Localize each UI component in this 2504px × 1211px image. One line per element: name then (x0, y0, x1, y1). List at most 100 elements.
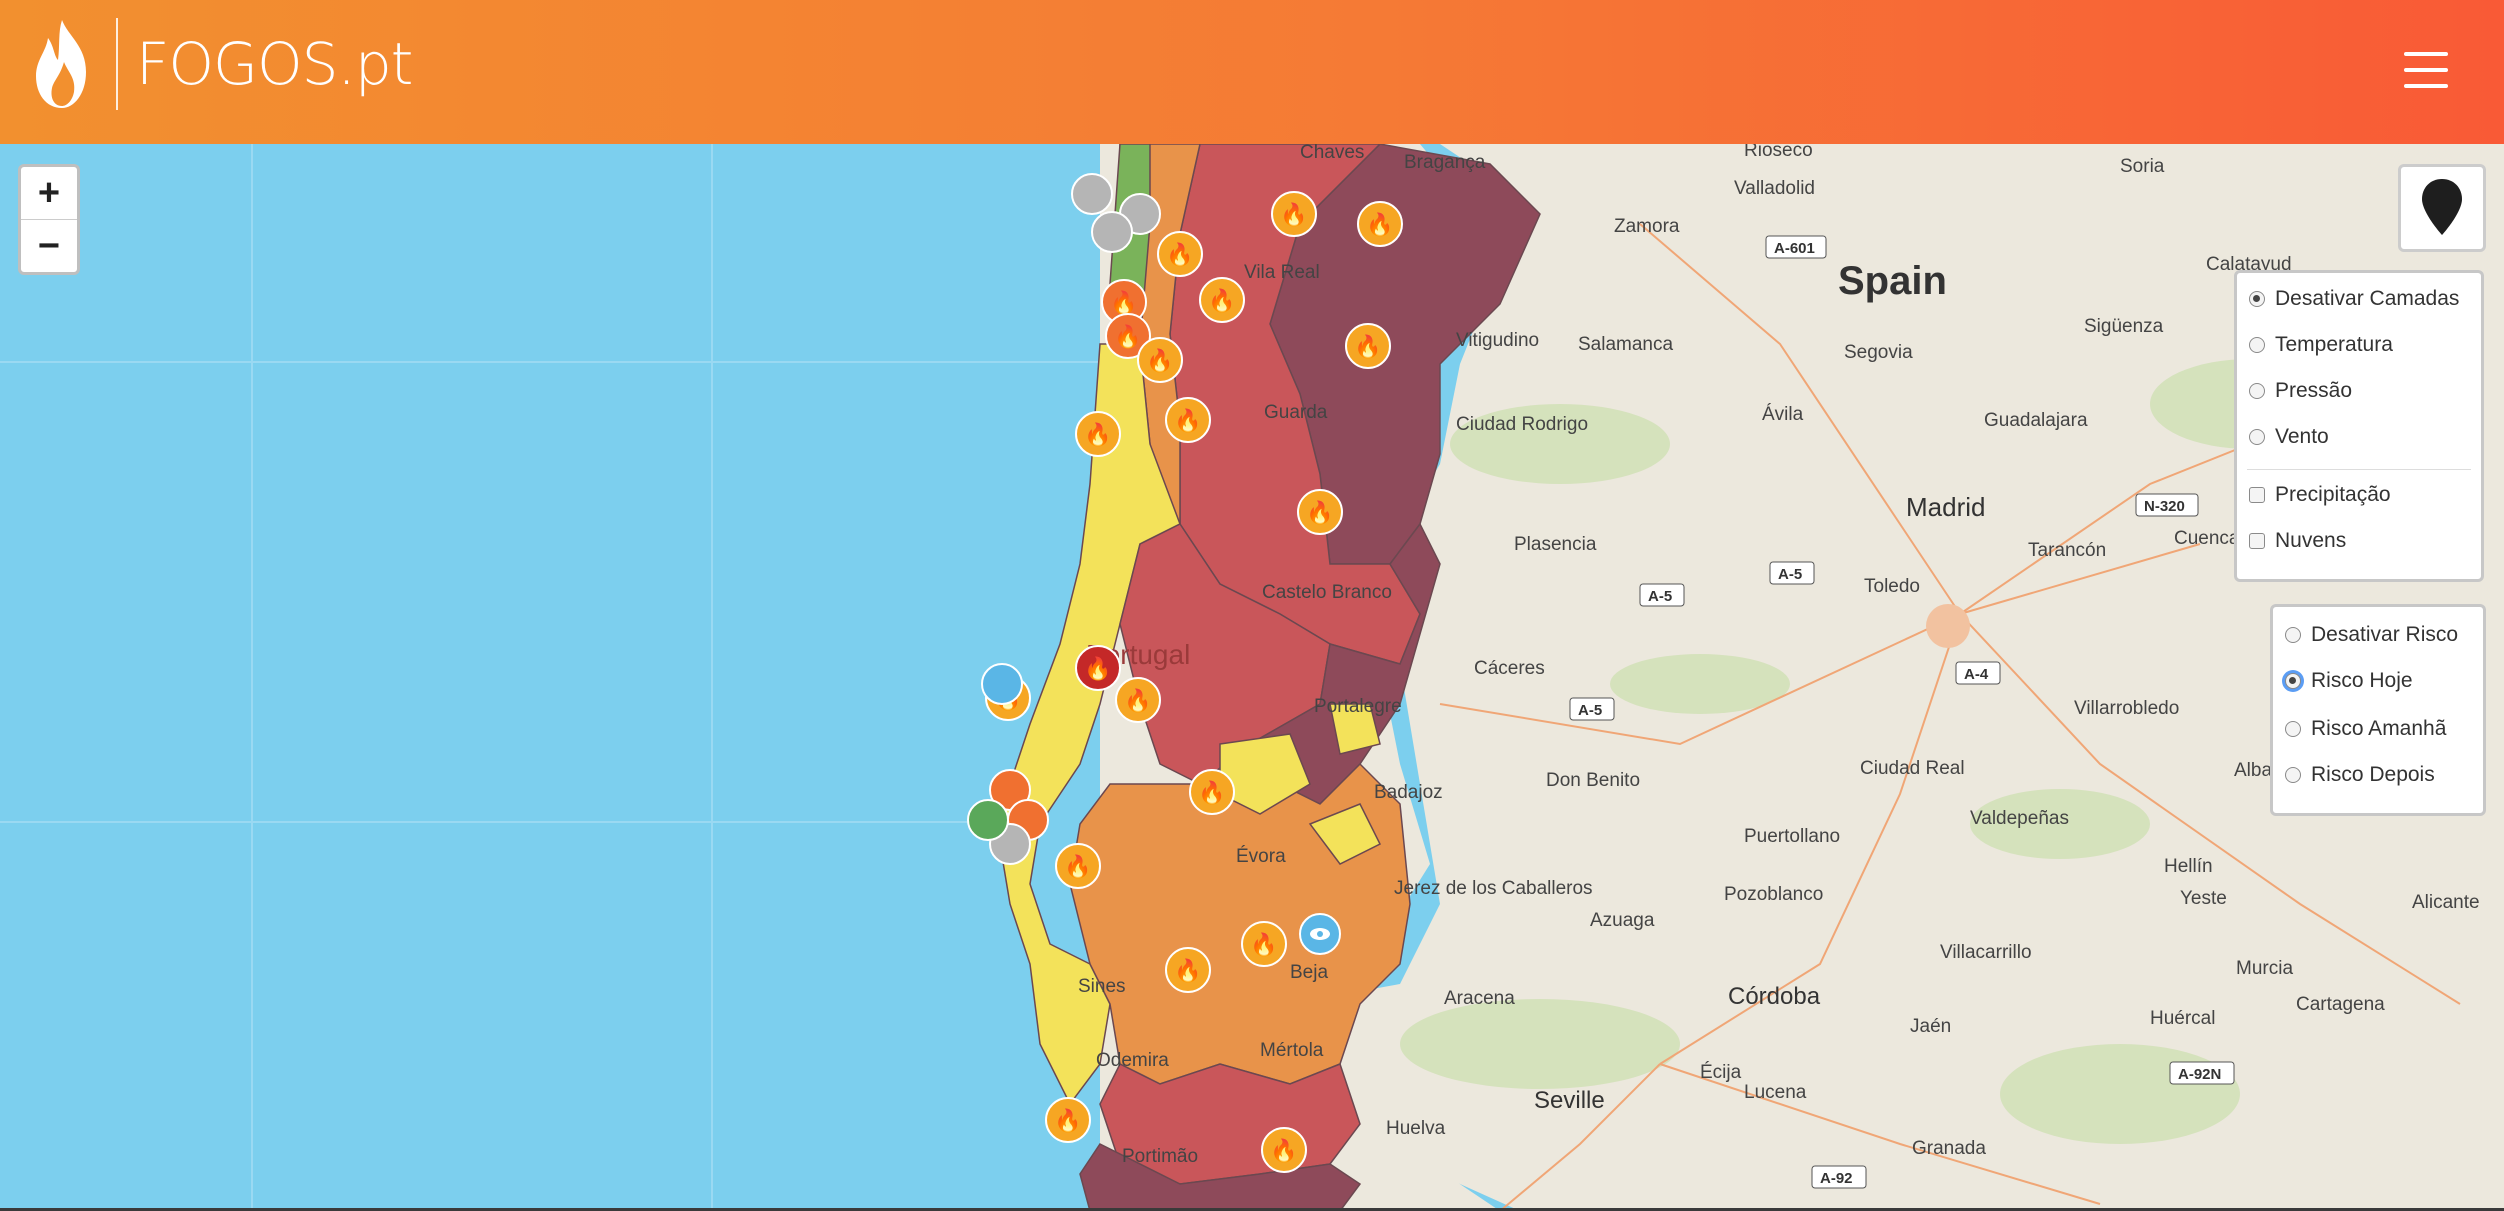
risk-panel: Desativar Risco Risco Hoje Risco Amanhã … (2270, 604, 2486, 816)
city-label: Odemira (1096, 1050, 1169, 1071)
city-label: Cartagena (2296, 994, 2385, 1015)
map-svg[interactable]: Spain Portugal Chaves Bragança Vila Real… (0, 144, 2504, 1211)
road-label: A-92 (1820, 1170, 1853, 1187)
fire-marker[interactable]: 🔥 (1345, 323, 1391, 369)
city-label: Guarda (1264, 402, 1328, 423)
city-label: Murcia (2236, 958, 2293, 979)
checkbox[interactable] (2249, 487, 2265, 503)
fire-marker[interactable]: 🔥 (1271, 191, 1317, 237)
city-label: Pozoblanco (1724, 884, 1823, 905)
checkbox[interactable] (2249, 533, 2265, 549)
fire-marker[interactable]: 🔥 (1055, 843, 1101, 889)
risk-option-desativar[interactable]: Desativar Risco (2285, 623, 2458, 647)
city-label: Bragança (1404, 152, 1486, 173)
city-label: Alicante (2412, 892, 2480, 913)
top-header: FOGOS.pt (0, 0, 2504, 144)
zoom-control: + − (18, 164, 80, 275)
radio-button[interactable] (2249, 383, 2265, 399)
fire-marker[interactable]: 🔥 (1165, 397, 1211, 443)
flame-icon: 🔥 (1110, 290, 1137, 315)
flame-icon: 🔥 (1064, 854, 1091, 879)
locate-button[interactable] (2398, 164, 2486, 252)
fire-marker[interactable]: 🔥 (1357, 201, 1403, 247)
fire-marker[interactable]: 🔥 (1199, 277, 1245, 323)
radio-button[interactable] (2249, 337, 2265, 353)
radio-button[interactable] (2285, 627, 2301, 643)
flame-icon: 🔥 (1270, 1138, 1297, 1163)
road-label: A-4 (1964, 666, 1989, 683)
risk-label: Risco Depois (2311, 763, 2435, 786)
layer-option-temperatura[interactable]: Temperatura (2249, 333, 2393, 357)
radio-button[interactable] (2249, 429, 2265, 445)
fire-marker[interactable]: 🔥 (1189, 769, 1235, 815)
layer-option-nuvens[interactable]: Nuvens (2249, 529, 2346, 553)
layers-panel: Desativar Camadas Temperatura Pressão Ve… (2234, 270, 2484, 582)
city-label: Villarrobledo (2074, 698, 2179, 719)
graticule (0, 144, 1100, 1211)
flame-icon: 🔥 (1250, 932, 1277, 957)
fire-marker-severe[interactable]: 🔥 (1075, 645, 1121, 691)
app-name: FOGOS.pt (136, 30, 413, 98)
country-label-spain: Spain (1838, 259, 1947, 303)
fire-marker[interactable]: 🔥 (1241, 921, 1287, 967)
flame-icon: 🔥 (1174, 958, 1201, 983)
city-label: Salamanca (1578, 334, 1673, 355)
menu-button[interactable] (2404, 52, 2448, 92)
risk-label: Risco Amanhã (2311, 717, 2447, 740)
layer-option-vento[interactable]: Vento (2249, 425, 2329, 449)
layer-label: Temperatura (2275, 333, 2393, 356)
city-label: Huércal (2150, 1008, 2215, 1029)
road-label: A-5 (1648, 588, 1672, 605)
city-label: Seville (1534, 1087, 1605, 1114)
flame-logo-icon (36, 20, 86, 108)
fire-marker[interactable]: 🔥 (1045, 1097, 1091, 1143)
fire-marker[interactable]: 🔥 (1297, 489, 1343, 535)
risk-option-hoje[interactable]: Risco Hoje (2285, 669, 2413, 693)
flame-icon: 🔥 (1306, 500, 1333, 525)
city-label: Sigüenza (2084, 316, 2164, 337)
city-label: Toledo (1864, 576, 1920, 597)
city-label: Azuaga (1590, 910, 1655, 931)
radio-button[interactable] (2285, 673, 2301, 689)
inactive-marker[interactable] (1091, 211, 1133, 253)
fire-marker[interactable]: 🔥 (1075, 411, 1121, 457)
flame-icon: 🔥 (1054, 1108, 1081, 1133)
logo[interactable]: FOGOS.pt (24, 14, 413, 114)
fire-marker[interactable]: 🔥 (1137, 337, 1183, 383)
zoom-in-button[interactable]: + (21, 167, 77, 219)
map-canvas[interactable]: Spain Portugal Chaves Bragança Vila Real… (0, 144, 2504, 1211)
fire-marker[interactable]: 🔥 (1157, 231, 1203, 277)
flame-icon: 🔥 (1366, 212, 1393, 237)
radio-button[interactable] (2249, 291, 2265, 307)
flame-icon: 🔥 (1084, 656, 1111, 681)
city-label: Badajoz (1374, 782, 1443, 803)
eye-marker[interactable] (1299, 913, 1341, 955)
city-label: Castelo Branco (1262, 582, 1392, 603)
city-label: Valladolid (1734, 178, 1815, 199)
city-label: Vitigudino (1456, 330, 1539, 351)
road-label: A-5 (1578, 702, 1602, 719)
eye-marker[interactable] (981, 663, 1023, 705)
pin-marker[interactable] (967, 799, 1009, 841)
city-label: Tarancón (2028, 540, 2106, 561)
risk-option-depois[interactable]: Risco Depois (2285, 763, 2435, 787)
fire-marker[interactable]: 🔥 (1165, 947, 1211, 993)
road-label: A-601 (1774, 240, 1815, 257)
risk-option-amanha[interactable]: Risco Amanhã (2285, 717, 2446, 741)
city-label: Lucena (1744, 1082, 1807, 1103)
radio-button[interactable] (2285, 767, 2301, 783)
layer-option-precipitacao[interactable]: Precipitação (2249, 483, 2391, 507)
fire-marker[interactable]: 🔥 (1115, 677, 1161, 723)
city-label: Cuenca (2174, 528, 2240, 549)
risk-label: Risco Hoje (2311, 669, 2413, 692)
city-label: Huelva (1386, 1118, 1446, 1139)
city-label: Cáceres (1474, 658, 1545, 679)
city-label: Aracena (1444, 988, 1515, 1009)
inactive-marker[interactable] (1071, 173, 1113, 215)
fire-marker[interactable]: 🔥 (1261, 1127, 1307, 1173)
layer-option-pressao[interactable]: Pressão (2249, 379, 2352, 403)
layer-option-desativar[interactable]: Desativar Camadas (2249, 287, 2459, 311)
zoom-out-button[interactable]: − (21, 219, 77, 272)
city-label: Ávila (1762, 404, 1804, 425)
radio-button[interactable] (2285, 721, 2301, 737)
